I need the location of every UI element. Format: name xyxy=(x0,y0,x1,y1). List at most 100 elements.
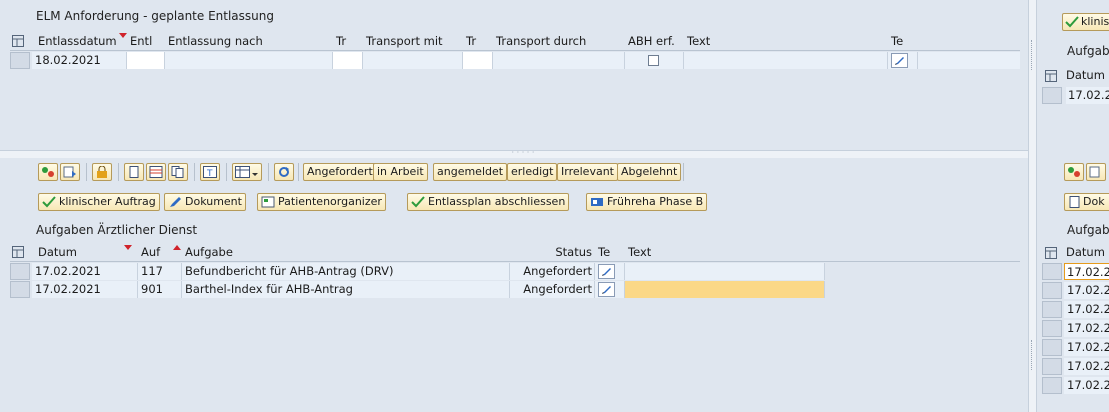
splitter-grip-icon[interactable] xyxy=(1031,40,1034,70)
refresh-icon[interactable] xyxy=(38,163,58,181)
row-selector[interactable] xyxy=(10,52,30,69)
cell-tr-1[interactable] xyxy=(333,52,363,69)
check-icon xyxy=(411,196,425,208)
cell-auf[interactable]: 117 xyxy=(138,263,182,280)
patientenorganizer-button[interactable]: Patientenorganizer xyxy=(257,193,386,211)
col-abh-erf[interactable]: ABH erf. xyxy=(625,32,684,50)
entlassplan-abschliessen-button[interactable]: Entlassplan abschliessen xyxy=(407,193,570,211)
row-selector[interactable] xyxy=(1042,358,1062,375)
cell-text[interactable] xyxy=(684,52,888,69)
col-aufgabe[interactable]: Aufgabe xyxy=(182,243,510,261)
cell-te[interactable] xyxy=(595,263,625,280)
cell-te[interactable] xyxy=(595,281,625,298)
right-bottom-cell[interactable]: 17.02.2 xyxy=(1064,301,1109,318)
cell-datum[interactable]: 17.02.2021 xyxy=(32,281,138,298)
cell-text-selected[interactable] xyxy=(625,281,825,298)
col-text[interactable]: Text xyxy=(625,243,825,261)
right-bottom-cell[interactable]: 17.02.2 xyxy=(1064,339,1109,356)
layout-icon[interactable] xyxy=(1045,70,1057,85)
lock-icon[interactable] xyxy=(92,163,112,181)
splitter-grip-icon[interactable] xyxy=(1031,340,1034,370)
right-bottom-cell[interactable]: 17.02.2 xyxy=(1064,263,1109,280)
col-transport-durch[interactable]: Transport durch xyxy=(493,32,625,50)
status-angefordert-button[interactable]: Angefordert xyxy=(303,163,377,181)
col-entlassung-nach[interactable]: Entlassung nach xyxy=(165,32,333,50)
row-selector[interactable] xyxy=(1042,339,1062,356)
edit-text-icon[interactable] xyxy=(598,264,615,279)
row-selector[interactable] xyxy=(10,281,30,298)
task-row[interactable]: 17.02.2021 117 Befundbericht für AHB-Ant… xyxy=(10,263,1020,280)
klinischer-auftrag-button[interactable]: klinischer Auftrag xyxy=(38,193,160,211)
right-bottom-cell[interactable]: 17.02.2 xyxy=(1064,320,1109,337)
cell-status[interactable]: Angefordert xyxy=(510,263,595,280)
layout-icon[interactable] xyxy=(12,35,24,47)
entlassplan-abschliessen-label: Entlassplan abschliessen xyxy=(428,195,566,208)
row-selector[interactable] xyxy=(10,263,30,280)
col-te[interactable]: Te xyxy=(888,32,918,50)
cell-entl[interactable] xyxy=(127,52,165,69)
layout-icon[interactable] xyxy=(12,246,24,258)
fruehreha-phase-b-button[interactable]: Frühreha Phase B xyxy=(586,193,708,211)
row-selector[interactable] xyxy=(1042,320,1062,337)
right-top-col-datum[interactable]: Datum xyxy=(1066,68,1105,82)
cell-entlassung-nach[interactable] xyxy=(165,52,333,69)
details-icon[interactable] xyxy=(60,163,80,181)
form-icon[interactable] xyxy=(146,163,166,181)
edit-text-icon[interactable] xyxy=(598,282,615,297)
right-bottom-cell[interactable]: 17.02.2 xyxy=(1064,282,1109,299)
cell-entlassdatum[interactable]: 18.02.2021 xyxy=(32,52,127,69)
right-bottom-cell[interactable]: 17.02.2 xyxy=(1064,358,1109,375)
right-bottom-cell[interactable]: 17.02.2 xyxy=(1064,377,1109,394)
status-irrelevant-button[interactable]: Irrelevant xyxy=(557,163,618,181)
row-selector[interactable] xyxy=(1042,87,1062,104)
col-te[interactable]: Te xyxy=(595,243,625,261)
discharge-row[interactable]: 18.02.2021 xyxy=(10,52,1020,69)
cell-datum[interactable]: 17.02.2021 xyxy=(32,263,138,280)
row-selector[interactable] xyxy=(1042,282,1062,299)
cell-aufgabe[interactable]: Barthel-Index für AHB-Antrag xyxy=(182,281,510,298)
status-angemeldet-button[interactable]: angemeldet xyxy=(433,163,508,181)
splitter-grip-icon[interactable]: · · · · · xyxy=(510,149,536,157)
cell-te[interactable] xyxy=(888,52,918,69)
cell-transport-durch[interactable] xyxy=(493,52,625,69)
col-entl[interactable]: Entl xyxy=(127,32,165,50)
row-selector[interactable] xyxy=(1042,263,1062,280)
cell-abh-erf[interactable] xyxy=(625,52,684,69)
layout-icon[interactable] xyxy=(1045,247,1057,262)
abh-erf-checkbox[interactable] xyxy=(648,55,659,66)
row-selector[interactable] xyxy=(1042,377,1062,394)
task-row[interactable]: 17.02.2021 901 Barthel-Index für AHB-Ant… xyxy=(10,281,1020,298)
status-erledigt-button[interactable]: erledigt xyxy=(507,163,558,181)
col-tr-1[interactable]: Tr xyxy=(333,32,363,50)
row-selector[interactable] xyxy=(1042,301,1062,318)
status-abgelehnt-button[interactable]: Abgelehnt xyxy=(617,163,682,181)
right-refresh-icon[interactable] xyxy=(1064,163,1084,181)
col-transport-mit[interactable]: Transport mit xyxy=(363,32,463,50)
right-bottom-col-datum[interactable]: Datum xyxy=(1066,245,1105,259)
right-details-icon[interactable] xyxy=(1086,163,1106,181)
col-text[interactable]: Text xyxy=(684,32,888,50)
klinischer-auftrag-label: klinischer Auftrag xyxy=(59,195,156,208)
cell-status[interactable]: Angefordert xyxy=(510,281,595,298)
col-tr-2[interactable]: Tr xyxy=(463,32,493,50)
copy-icon[interactable] xyxy=(168,163,188,181)
right-klinischer-auftrag-button[interactable]: klinis xyxy=(1062,13,1109,31)
right-top-cell-datum[interactable]: 17.02.2 xyxy=(1066,87,1109,104)
cell-text[interactable] xyxy=(625,263,825,280)
table-layout-icon[interactable] xyxy=(232,163,262,181)
cell-aufgabe[interactable]: Befundbericht für AHB-Antrag (DRV) xyxy=(182,263,510,280)
right-dokument-button[interactable]: Dok xyxy=(1064,193,1109,211)
col-entlassdatum[interactable]: Entlassdatum xyxy=(35,32,127,50)
text-icon[interactable]: T xyxy=(200,163,220,181)
cell-transport-mit[interactable] xyxy=(363,52,463,69)
col-status[interactable]: Status xyxy=(510,243,595,261)
dokument-button[interactable]: Dokument xyxy=(164,193,246,211)
status-in-arbeit-button[interactable]: in Arbeit xyxy=(373,163,428,181)
dokument-label: Dokument xyxy=(185,195,242,208)
reload-icon[interactable] xyxy=(274,163,294,181)
new-document-icon[interactable] xyxy=(124,163,144,181)
edit-text-icon[interactable] xyxy=(891,53,908,68)
fruehreha-phase-b-label: Frühreha Phase B xyxy=(607,195,704,208)
cell-auf[interactable]: 901 xyxy=(138,281,182,298)
cell-tr-2[interactable] xyxy=(463,52,493,69)
